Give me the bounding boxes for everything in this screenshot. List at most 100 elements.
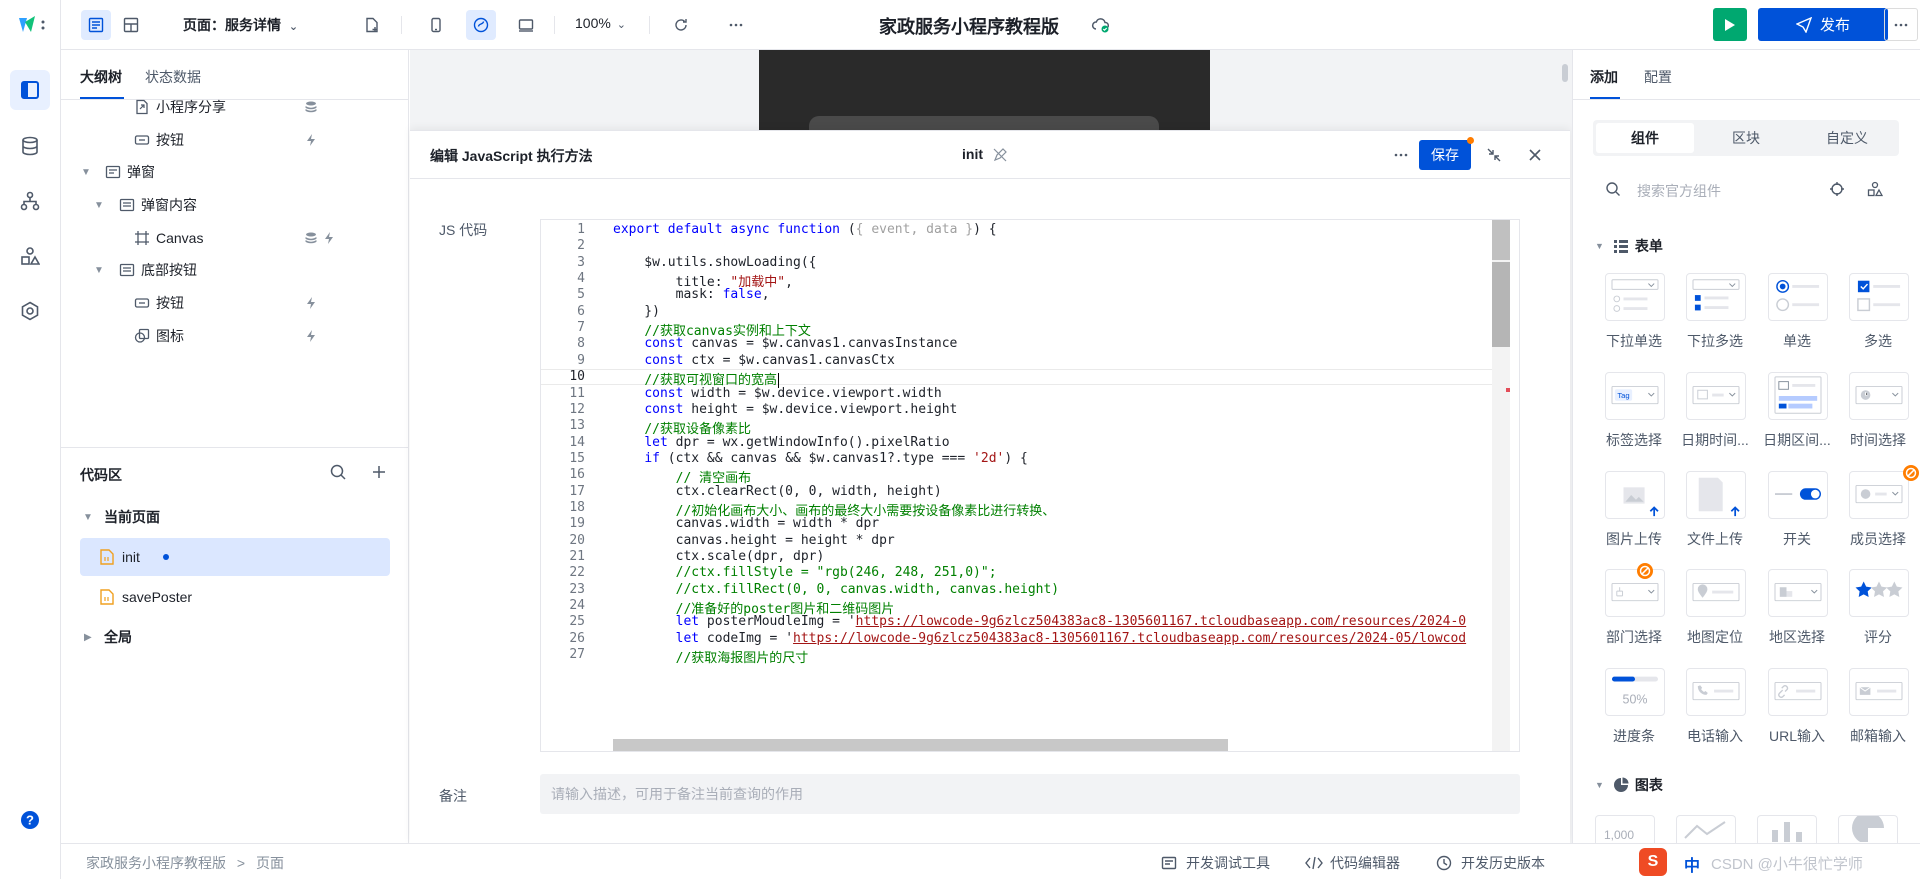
code-line[interactable]: mask: false, [613, 287, 770, 302]
add-page-icon[interactable] [357, 10, 387, 40]
code-line[interactable]: ctx.clearRect(0, 0, width, height) [613, 484, 942, 499]
refresh-icon[interactable] [666, 10, 696, 40]
code-editor[interactable]: 1 export default async function ({ event,… [540, 219, 1520, 752]
page-selector[interactable]: 页面：服务详情 ⌄ [183, 15, 298, 35]
chart-thumb-pie[interactable] [1838, 815, 1898, 843]
layout-icon[interactable] [116, 10, 146, 40]
component-item[interactable]: 图片上传 [1594, 471, 1666, 551]
component-item[interactable]: 单选 [1757, 273, 1829, 353]
code-line[interactable]: $w.utils.showLoading({ [613, 255, 816, 270]
code-item-saveposter[interactable]: savePoster [80, 578, 390, 616]
collapse-icon[interactable] [1485, 146, 1503, 164]
code-line[interactable]: //ctx.fillRect(0, 0, canvas.width, canva… [613, 582, 1060, 597]
component-item[interactable]: 地区选择 [1757, 569, 1829, 649]
event-bolt-icon[interactable] [304, 133, 318, 147]
remark-input[interactable]: 请输入描述，可用于备注当前查询的作用 [540, 774, 1520, 814]
method-name[interactable]: init [962, 146, 983, 162]
code-line[interactable]: canvas.width = width * dpr [613, 516, 880, 531]
code-line[interactable]: if (ctx && canvas && $w.canvas1?.type ==… [613, 451, 1028, 466]
cloud-sync-icon[interactable] [1086, 10, 1116, 40]
code-line[interactable]: //ctx.fillStyle = "rgb(246, 248, 251,0)"… [613, 565, 997, 580]
add-code-icon[interactable] [370, 463, 388, 481]
tree-node[interactable]: ▼ 弹窗内容 [61, 190, 409, 220]
code-line[interactable]: const ctx = $w.canvas1.canvasCtx [613, 353, 894, 368]
desktop-preview-icon[interactable] [511, 10, 541, 40]
chart-thumb-line[interactable] [1676, 815, 1736, 843]
dev-tools-button[interactable]: 开发调试工具 [1161, 853, 1270, 873]
caret-down-icon[interactable]: ▼ [94, 265, 104, 276]
code-line[interactable]: canvas.height = height * dpr [613, 533, 895, 548]
database-icon[interactable] [10, 126, 50, 166]
code-line[interactable]: const height = $w.device.viewport.height [613, 402, 957, 417]
event-bolt-icon[interactable] [304, 296, 318, 310]
current-page-group[interactable]: ▼ 当前页面 [61, 498, 409, 536]
tree-node[interactable]: 按钮 [61, 288, 409, 318]
chart-thumb-bar[interactable] [1757, 815, 1817, 843]
event-bolt-icon[interactable] [322, 231, 336, 245]
code-line[interactable]: let posterMoudleImg = 'https://lowcode-9… [613, 614, 1467, 629]
tree-node[interactable]: 按钮 [61, 125, 409, 155]
outline-icon[interactable] [10, 70, 50, 110]
event-bolt-icon[interactable] [304, 329, 318, 343]
component-item[interactable]: 开关 [1757, 471, 1829, 551]
component-item[interactable]: URL输入 [1757, 668, 1829, 748]
mobile-preview-icon[interactable] [421, 10, 451, 40]
tab-outline[interactable]: 大纲树 [80, 67, 122, 87]
code-item-init[interactable]: init [80, 538, 390, 576]
component-item[interactable]: 多选 [1838, 273, 1910, 353]
tree-node[interactable]: ▼ 弹窗 [61, 157, 409, 187]
component-item[interactable]: Tag 标签选择 [1594, 372, 1666, 452]
components-icon[interactable] [10, 236, 50, 276]
tree-node[interactable]: 小程序分享 [61, 92, 409, 122]
publish-button[interactable]: 发布 [1758, 8, 1888, 41]
more-menu-button[interactable] [1884, 8, 1918, 41]
tab-state-data[interactable]: 状态数据 [145, 67, 201, 87]
component-item[interactable]: 下拉单选 [1594, 273, 1666, 353]
settings-hex-icon[interactable] [10, 291, 50, 331]
component-item[interactable]: 电话输入 [1675, 668, 1747, 748]
editor-hscrollbar[interactable] [613, 739, 1228, 751]
component-item[interactable]: 评分 [1838, 569, 1910, 649]
component-item[interactable]: 下拉多选 [1675, 273, 1747, 353]
form-group-header[interactable]: ▼ 表单 [1595, 236, 1663, 256]
component-item[interactable]: 50% 进度条 [1594, 668, 1666, 748]
component-item[interactable]: 地图定位 [1675, 569, 1747, 649]
save-button[interactable]: 保存 [1419, 137, 1474, 170]
segment-blocks[interactable]: 区块 [1697, 123, 1795, 153]
segment-custom[interactable]: 自定义 [1798, 123, 1896, 153]
editor-scrollbar-thumb[interactable] [1492, 262, 1510, 347]
search-icon[interactable] [329, 463, 347, 481]
code-line[interactable]: let codeImg = 'https://lowcode-9g6zlcz50… [613, 631, 1467, 646]
tab-config[interactable]: 配置 [1644, 67, 1672, 87]
breadcrumb-page[interactable]: 页面 [256, 855, 284, 871]
miniprogram-preview-icon[interactable] [466, 10, 496, 40]
code-line[interactable]: //获取海报图片的尺寸 [613, 647, 809, 666]
code-line[interactable]: }) [613, 304, 660, 319]
component-item[interactable]: 成员选择 [1838, 465, 1919, 551]
component-item[interactable]: 文件上传 [1675, 471, 1747, 551]
global-group[interactable]: ▶ 全局 [61, 618, 409, 656]
zoom-selector[interactable]: 100% ⌄ [575, 15, 626, 31]
segment-components[interactable]: 组件 [1596, 123, 1694, 153]
code-line[interactable]: const canvas = $w.canvas1.canvasInstance [613, 336, 957, 351]
code-line[interactable]: ctx.scale(dpr, dpr) [613, 549, 825, 564]
more-icon[interactable] [1392, 146, 1410, 164]
history-button[interactable]: 开发历史版本 [1436, 853, 1545, 873]
ime-mode[interactable]: 中 [1684, 852, 1700, 876]
code-line[interactable]: const width = $w.device.viewport.width [613, 386, 941, 401]
locate-icon[interactable] [1829, 181, 1845, 197]
chart-group-header[interactable]: ▼ 图表 [1595, 775, 1663, 795]
flow-icon[interactable] [10, 181, 50, 221]
shapes-icon[interactable] [1867, 181, 1883, 197]
component-item[interactable]: 日期时间... [1675, 372, 1749, 452]
component-item[interactable]: 日期区间... [1757, 372, 1831, 452]
data-source-icon[interactable] [304, 231, 318, 245]
breadcrumb-app[interactable]: 家政服务小程序教程版 [86, 855, 226, 871]
component-search[interactable]: 搜索官方组件 [1593, 172, 1899, 206]
edit-name-icon[interactable] [992, 147, 1008, 163]
tab-add[interactable]: 添加 [1590, 67, 1618, 87]
run-button[interactable] [1713, 8, 1747, 41]
data-source-icon[interactable] [304, 100, 318, 114]
tree-node[interactable]: Canvas [61, 223, 409, 253]
canvas-scrollbar[interactable] [1562, 64, 1568, 82]
